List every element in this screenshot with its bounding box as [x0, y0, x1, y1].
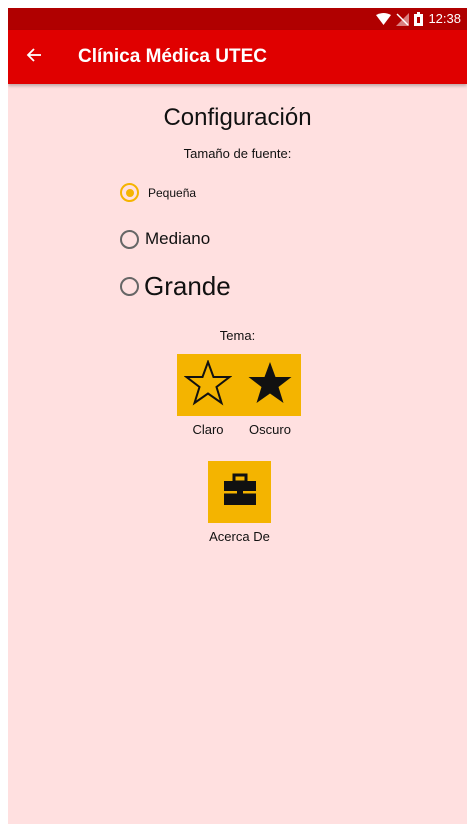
- app-title: Clínica Médica UTEC: [78, 46, 267, 67]
- radio-label-pequena: Pequeña: [148, 185, 197, 200]
- signal-icon: [396, 12, 410, 26]
- star-filled-icon: [246, 360, 294, 411]
- radio-grande[interactable]: Grande: [120, 271, 231, 302]
- status-time: 12:38: [428, 11, 461, 26]
- font-size-label: Tamaño de fuente:: [183, 146, 292, 161]
- radio-mediano[interactable]: Mediano: [120, 229, 210, 249]
- radio-label-grande: Grande: [144, 271, 231, 301]
- page-title: Configuración: [163, 104, 312, 131]
- radio-label-mediano: Mediano: [145, 229, 211, 248]
- radio-button-checked[interactable]: [120, 183, 139, 202]
- app-bar: Clínica Médica UTEC: [8, 30, 467, 84]
- radio-button[interactable]: [120, 277, 139, 296]
- wifi-icon: [376, 12, 392, 26]
- theme-label: Tema:: [219, 328, 256, 343]
- briefcase-icon: [222, 472, 258, 513]
- arrow-back-icon: [26, 47, 42, 68]
- radio-pequena[interactable]: Pequeña: [120, 183, 196, 202]
- radio-button[interactable]: [120, 229, 139, 249]
- theme-dark-button[interactable]: [239, 354, 301, 416]
- about-label: Acerca De: [209, 529, 270, 544]
- screen: 12:38 Clínica Médica UTEC Configuración …: [8, 8, 467, 824]
- star-outline-icon: [183, 358, 233, 411]
- radio-dot: [125, 188, 134, 197]
- back-button[interactable]: [20, 43, 48, 71]
- theme-dark-label: Oscuro: [249, 422, 291, 437]
- status-icons: 12:38: [376, 11, 461, 27]
- about-button[interactable]: [208, 461, 271, 523]
- battery-icon: [414, 12, 424, 26]
- theme-light-label: Claro: [192, 422, 224, 437]
- theme-light-button[interactable]: [177, 354, 239, 416]
- status-bar: 12:38: [8, 8, 467, 30]
